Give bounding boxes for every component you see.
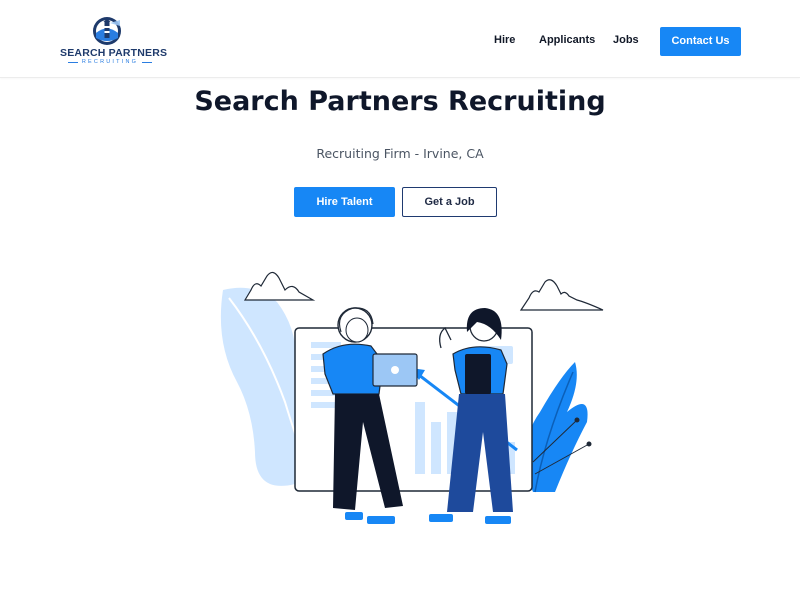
site-logo[interactable]: SEARCH PARTNERS RECRUITING [60,14,168,66]
page-subtitle: Recruiting Firm - Irvine, CA [316,146,484,161]
site-header: SEARCH PARTNERS RECRUITING Hire Applican… [0,0,800,78]
page-title: Search Partners Recruiting [194,86,606,117]
nav-applicants[interactable]: Applicants [539,34,595,46]
cloud-left-shape [243,271,316,301]
chart-bar-1 [415,402,425,474]
get-a-job-button[interactable]: Get a Job [402,187,497,217]
logo-subtitle: RECRUITING [68,59,152,65]
chart-bar-2 [431,422,441,474]
nav-hire[interactable]: Hire [494,34,515,46]
two-women-dashboard-illustration [220,271,604,524]
contact-us-button[interactable]: Contact Us [660,27,741,56]
lighthouse-logo-icon [93,17,121,45]
logo-name: SEARCH PARTNERS [60,47,168,59]
nav-jobs[interactable]: Jobs [613,34,639,46]
plant-shape [525,362,588,492]
cloud-right-shape [519,279,604,311]
hire-talent-button[interactable]: Hire Talent [294,187,395,217]
clipboard-shape [465,354,491,394]
